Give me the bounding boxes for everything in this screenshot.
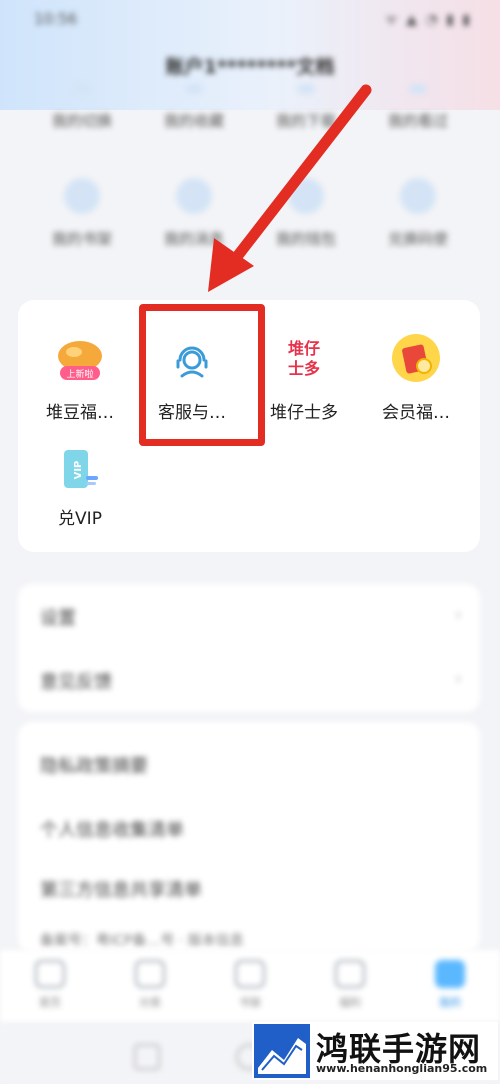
- blurred-icon: [297, 84, 315, 94]
- category-icon: [135, 960, 165, 988]
- vip-card-icon: VIP: [52, 442, 108, 498]
- list-item[interactable]: 意见反馈: [40, 668, 112, 694]
- blurred-icon: [288, 178, 324, 214]
- tool-redeem-vip[interactable]: VIP 兑VIP: [24, 442, 136, 529]
- bookshelf-icon: [235, 960, 265, 988]
- service-item[interactable]: 我的切换: [26, 84, 138, 131]
- svg-text:堆仔: 堆仔: [288, 339, 320, 358]
- tool-label: 兑VIP: [58, 509, 102, 529]
- watermark-url: www.henanhonglian95.com: [316, 1062, 488, 1075]
- duizai-shop-icon: 堆仔 士多: [276, 330, 332, 386]
- settings-card: 设置 › 意见反馈 ›: [18, 584, 480, 712]
- gift-icon: [335, 960, 365, 988]
- service-item[interactable]: 我的下载: [250, 84, 362, 131]
- tool-label: 堆豆福…: [46, 403, 114, 423]
- tool-label: 会员福…: [382, 403, 450, 423]
- service-item[interactable]: 我的书架: [26, 178, 138, 249]
- account-name[interactable]: 账户1********文档: [0, 52, 500, 79]
- status-icons: ᯤ ▲ ◔ ▮ ▮: [385, 12, 472, 28]
- list-item[interactable]: 个人信息收集清单: [40, 816, 184, 842]
- tab-profile[interactable]: 我的: [400, 950, 500, 1022]
- blurred-icon: [400, 178, 436, 214]
- new-badge-text: 上新啦: [66, 368, 93, 380]
- blurred-icon: [176, 178, 212, 214]
- list-item[interactable]: 设置: [40, 604, 76, 630]
- services-row-2: 我的书架 我的消息 我的钱包 兑换码使: [26, 178, 474, 249]
- blurred-icon: [64, 178, 100, 214]
- home-icon: [35, 960, 65, 988]
- footnote: 备案号：粤ICP备…号 · 版本信息: [40, 933, 244, 949]
- list-item[interactable]: 隐私政策摘要: [40, 752, 148, 778]
- tab-category[interactable]: 分类: [100, 950, 200, 1022]
- chevron-right-icon: ›: [454, 668, 462, 689]
- blurred-icon: [409, 84, 427, 94]
- blurred-icon: [185, 84, 203, 94]
- red-packet-icon: [388, 330, 444, 386]
- service-item[interactable]: 兑换码使: [362, 178, 474, 249]
- svg-text:士多: 士多: [288, 359, 320, 378]
- svg-text:VIP: VIP: [73, 461, 84, 480]
- privacy-card: 隐私政策摘要 个人信息收集清单 第三方信息共享清单 备案号：粤ICP备…号 · …: [18, 722, 480, 952]
- service-item[interactable]: 我的钱包: [250, 178, 362, 249]
- tool-member-welfare[interactable]: 会员福…: [360, 330, 472, 423]
- service-item[interactable]: 我的收藏: [138, 84, 250, 131]
- watermark: 鸿联手游网 www.henanhonglian95.com: [252, 1022, 498, 1080]
- list-item[interactable]: 第三方信息共享清单: [40, 876, 202, 902]
- tab-bar: 首页 分类 书架 福利 我的: [0, 950, 500, 1022]
- service-item[interactable]: 我的消息: [138, 178, 250, 249]
- tab-welfare[interactable]: 福利: [300, 950, 400, 1022]
- profile-icon: [435, 960, 465, 988]
- blurred-icon: [73, 84, 91, 94]
- watermark-logo: [254, 1024, 310, 1078]
- services-row-1: 我的切换 我的收藏 我的下载 我的看过: [26, 84, 474, 131]
- tab-bookshelf[interactable]: 书架: [200, 950, 300, 1022]
- tool-dou-welfare[interactable]: 上新啦 堆豆福…: [24, 330, 136, 423]
- dou-icon: 上新啦: [52, 330, 108, 386]
- highlight-box: [139, 304, 265, 446]
- back-icon[interactable]: [134, 1044, 160, 1070]
- tool-label: 堆仔士多: [270, 403, 338, 423]
- status-bar: 10:56 ᯤ ▲ ◔ ▮ ▮: [0, 0, 500, 36]
- service-item[interactable]: 我的看过: [362, 84, 474, 131]
- status-time: 10:56: [34, 10, 78, 28]
- tab-home[interactable]: 首页: [0, 950, 100, 1022]
- chevron-right-icon: ›: [454, 604, 462, 625]
